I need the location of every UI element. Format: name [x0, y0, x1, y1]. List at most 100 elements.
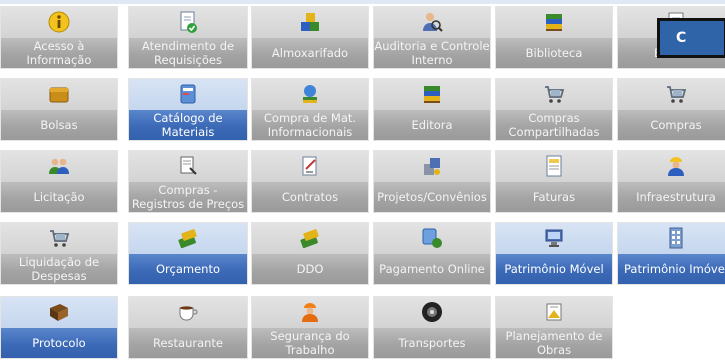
module-tile-transportes[interactable]: Transportes [373, 296, 491, 359]
module-tile-almoxarifado[interactable]: Almoxarifado [251, 6, 369, 69]
tile-icon-area [374, 223, 490, 254]
cart-icon [542, 82, 566, 106]
tile-icon-area [252, 79, 368, 110]
overlay-box[interactable]: C [657, 18, 725, 58]
module-tile-projetos-convenios[interactable]: Projetos/Convênios [373, 150, 491, 213]
module-tile-editora[interactable]: Editora [373, 78, 491, 141]
tile-label: Licitação [1, 191, 117, 205]
tire-icon [420, 300, 444, 324]
module-tile-liquidacao-de-despesas[interactable]: Liquidação de Despesas [0, 222, 118, 285]
module-tile-faturas[interactable]: Faturas [495, 150, 613, 213]
tile-label-line: Interno [411, 52, 453, 67]
module-tile-auditoria-e-controle-interno[interactable]: Auditoria e Controle Interno [373, 6, 491, 69]
tile-icon-area [618, 151, 725, 182]
tile-label-line: Biblioteca [525, 47, 583, 60]
tile-icon-area [374, 7, 490, 38]
tile-icon-area [496, 151, 612, 182]
tile-label: Protocolo [1, 337, 117, 351]
tile-label-line: Projetos/Convênios [377, 191, 487, 204]
module-tile-compras[interactable]: Compras [617, 78, 725, 141]
module-tile-orcamento[interactable]: Orçamento [128, 222, 248, 285]
tile-label: Orçamento [129, 263, 247, 277]
tile-icon-area [1, 7, 117, 38]
tile-label-line: Compras - [158, 184, 218, 197]
tile-label-line: Auditoria e Controle [374, 40, 490, 53]
tile-label-line: Faturas [532, 191, 576, 204]
document-check-icon [176, 10, 200, 34]
tile-icon-area [252, 223, 368, 254]
blocks-icon [298, 10, 322, 34]
module-tile-contratos[interactable]: Contratos [251, 150, 369, 213]
tile-label: Transportes [374, 337, 490, 351]
tile-icon-area [496, 223, 612, 254]
tile-label: Bolsas [1, 119, 117, 133]
tile-label: Atendimento de Requisições [129, 40, 247, 67]
money-icon [176, 226, 200, 250]
tile-label-line: Requisições [154, 52, 222, 67]
overlay-text: C [676, 30, 687, 46]
tile-label: Almoxarifado [252, 47, 368, 61]
module-tile-protocolo[interactable]: Protocolo [0, 296, 118, 359]
module-tile-bolsas[interactable]: Bolsas [0, 78, 118, 141]
module-tile-acesso-a-informacao[interactable]: Acesso à Informação [0, 6, 118, 69]
safety-icon [298, 300, 322, 324]
module-tile-infraestrutura[interactable]: Infraestrutura [617, 150, 725, 213]
tile-icon-area [129, 297, 247, 328]
module-tile-planejamento-de-obras[interactable]: Planejamento de Obras [495, 296, 613, 359]
module-tile-patrimonio-movel[interactable]: Patrimônio Móvel [495, 222, 613, 285]
tile-label: Acesso à Informação [1, 40, 117, 67]
tile-icon-area [129, 7, 247, 38]
tile-icon-area [1, 223, 117, 254]
tile-label: Projetos/Convênios [374, 191, 490, 205]
tile-label-line: Acesso à [33, 40, 85, 53]
module-tile-compras-compartilhadas[interactable]: Compras Compartilhadas [495, 78, 613, 141]
tile-label-line: DDO [296, 263, 324, 276]
computer-icon [542, 226, 566, 250]
tile-label: Patrimônio Móvel [496, 263, 612, 277]
tile-label-line: Registros de Preços [131, 196, 245, 211]
price-register-icon [176, 154, 200, 178]
tile-label-line: Restaurante [152, 337, 224, 350]
tile-label-line: Informacionais [267, 124, 353, 139]
person-search-icon [420, 10, 444, 34]
module-tile-biblioteca[interactable]: Biblioteca [495, 6, 613, 69]
tile-label: Catálogo de Materiais [129, 112, 247, 139]
module-tile-catalogo-de-materiais[interactable]: Catálogo de Materiais [128, 78, 248, 141]
tile-label: Infraestrutura [618, 191, 725, 205]
cart-icon [664, 82, 688, 106]
tile-icon-area [374, 151, 490, 182]
tile-icon-area [129, 223, 247, 254]
tile-label: Auditoria e Controle Interno [374, 40, 490, 67]
tile-icon-area [374, 297, 490, 328]
catalog-icon [176, 82, 200, 106]
module-grid: Acesso à Informação Atendimento de Requisiç… [0, 0, 725, 361]
module-tile-patrimonio-imovel[interactable]: Patrimônio Imóvel [617, 222, 725, 285]
tile-icon-area [129, 151, 247, 182]
contract-icon [298, 154, 322, 178]
invoice-icon [542, 154, 566, 178]
tile-label: Editora [374, 119, 490, 133]
module-tile-licitacao[interactable]: Licitação [0, 150, 118, 213]
books-globe-icon [298, 82, 322, 106]
tile-label-line: Almoxarifado [271, 47, 349, 60]
module-tile-compra-de-mat-informacionais[interactable]: Compra de Mat. Informacionais [251, 78, 369, 141]
books-icon [420, 82, 444, 106]
module-tile-atendimento-de-requisicoes[interactable]: Atendimento de Requisições [128, 6, 248, 69]
tile-label-line: Despesas [31, 268, 87, 283]
module-tile-seguranca-do-trabalho[interactable]: Segurança do Trabalho [251, 296, 369, 359]
tile-label-line: Licitação [33, 191, 85, 204]
tile-label-line: Orçamento [155, 263, 220, 276]
worker-icon [664, 154, 688, 178]
module-tile-pagamento-online[interactable]: Pagamento Online [373, 222, 491, 285]
tile-icon-area [252, 7, 368, 38]
module-tile-compras-registros-de-precos[interactable]: Compras - Registros de Preços [128, 150, 248, 213]
module-tile-restaurante[interactable]: Restaurante [128, 296, 248, 359]
tile-label-line: Materiais [161, 124, 215, 139]
tile-label-line: Patrimônio Imóvel [623, 263, 725, 276]
tile-label-line: Compra de Mat. [263, 112, 357, 125]
tile-label-line: Obras [536, 342, 572, 357]
tile-icon-area [496, 7, 612, 38]
tile-label-line: Transportes [398, 337, 466, 350]
module-tile-ddo[interactable]: DDO [251, 222, 369, 285]
tile-label-line: Patrimônio Móvel [504, 263, 604, 276]
